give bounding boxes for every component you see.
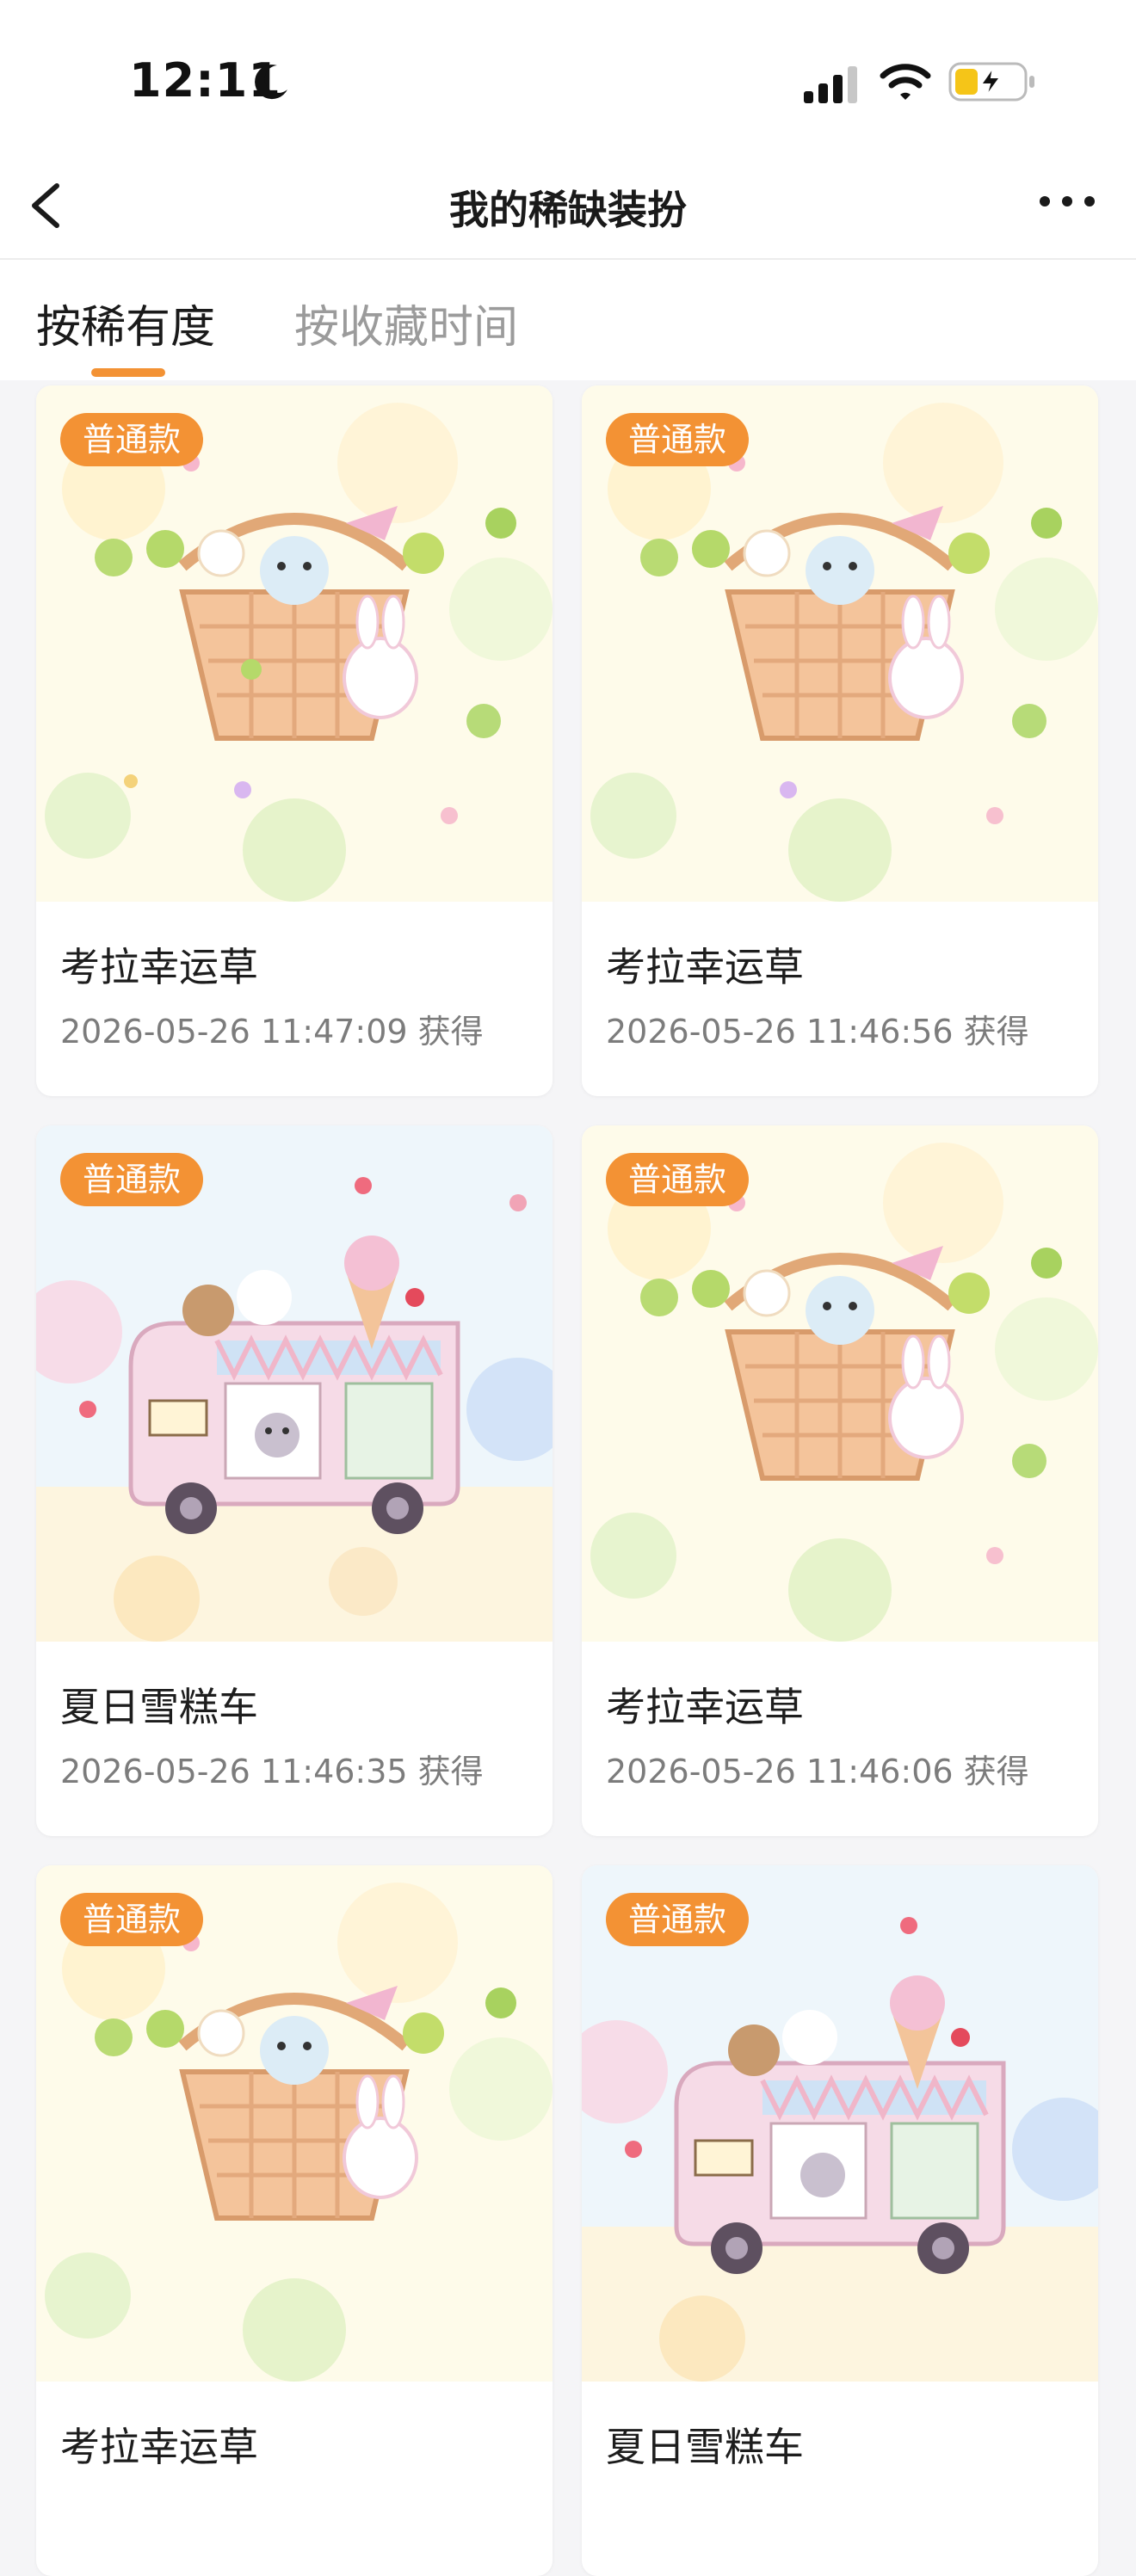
outfit-name: 夏日雪糕车 bbox=[60, 1684, 258, 1730]
outfit-name: 考拉幸运草 bbox=[606, 944, 804, 990]
outfit-card[interactable]: 普通款 夏日雪糕车 2026-05-26 11:46:35 获得 bbox=[36, 1125, 553, 1836]
outfit-name: 考拉幸运草 bbox=[60, 2424, 258, 2470]
obtained-time: 2026-05-26 11:47:09 获得 bbox=[60, 1013, 484, 1051]
obtained-time: 2026-05-26 11:46:06 获得 bbox=[606, 1753, 1029, 1790]
tab-indicator bbox=[91, 368, 165, 377]
moon-icon bbox=[255, 65, 287, 100]
rarity-badge: 普通款 bbox=[606, 413, 750, 466]
tab-collect-time[interactable]: 按收藏时间 bbox=[294, 291, 518, 355]
outfit-card[interactable]: 普通款 考拉幸运草 2026-05-26 11:47:09 获得 bbox=[36, 385, 553, 1096]
obtained-time: 2026-05-26 11:46:56 获得 bbox=[606, 1013, 1029, 1051]
sort-tabs: 按稀有度 按收藏时间 bbox=[0, 260, 1136, 380]
tab-rarity[interactable]: 按稀有度 bbox=[36, 291, 215, 355]
rarity-badge: 普通款 bbox=[606, 1153, 750, 1206]
wifi-icon bbox=[880, 64, 931, 100]
rarity-badge: 普通款 bbox=[60, 1153, 204, 1206]
outfit-card[interactable]: 普通款 考拉幸运草 2026-05-26 11:46:06 获得 bbox=[582, 1125, 1098, 1836]
obtained-time: 2026-05-26 11:46:35 获得 bbox=[60, 1753, 484, 1790]
battery-charging-icon bbox=[948, 62, 1034, 102]
outfit-name: 考拉幸运草 bbox=[606, 1684, 804, 1730]
rarity-badge: 普通款 bbox=[606, 1893, 750, 1946]
outfit-name: 考拉幸运草 bbox=[60, 944, 258, 990]
outfit-card[interactable]: 普通款 考拉幸运草 bbox=[36, 1865, 553, 2576]
nav-bar: 我的稀缺装扮 bbox=[0, 155, 1136, 260]
page-title: 我的稀缺装扮 bbox=[449, 187, 687, 233]
status-bar: 12:11 bbox=[0, 0, 1136, 155]
rarity-badge: 普通款 bbox=[60, 1893, 204, 1946]
outfit-name: 夏日雪糕车 bbox=[606, 2424, 804, 2470]
more-icon[interactable] bbox=[1033, 184, 1102, 219]
outfit-card[interactable]: 普通款 夏日雪糕车 bbox=[582, 1865, 1098, 2576]
cellular-signal-icon bbox=[804, 66, 857, 103]
rarity-badge: 普通款 bbox=[60, 413, 204, 466]
outfit-card[interactable]: 普通款 考拉幸运草 2026-05-26 11:46:56 获得 bbox=[582, 385, 1098, 1096]
